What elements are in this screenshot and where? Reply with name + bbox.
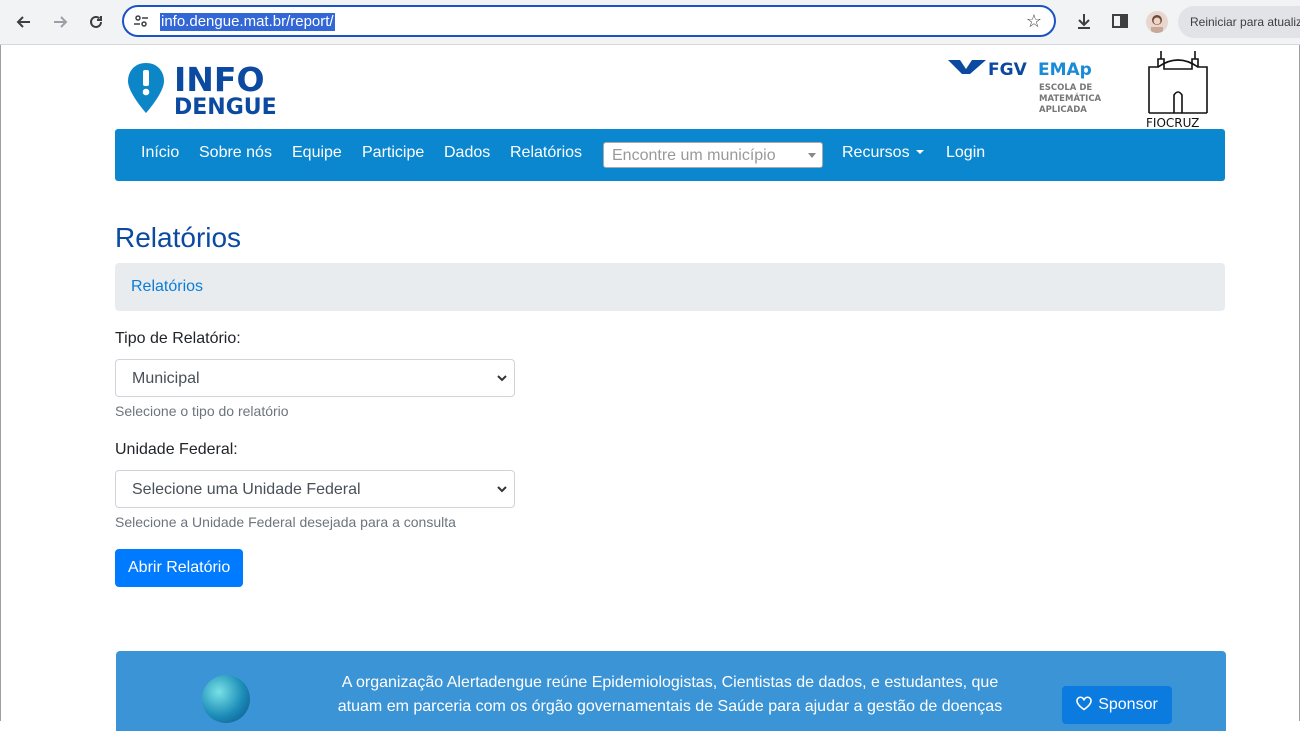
page-content: INFO DENGUE FGV EMAp ESCOLA DE MATEMÁTIC…: [0, 45, 1300, 731]
globe-logo: [202, 675, 250, 723]
footer-banner: A organização Alertadengue reúne Epidemi…: [116, 651, 1226, 731]
emap-subtitle-2: MATEMÁTICA: [1039, 92, 1102, 104]
logo-text-info: INFO: [174, 61, 265, 99]
heart-icon: [1076, 696, 1093, 711]
fgv-emap-logo[interactable]: FGV EMAp ESCOLA DE MATEMÁTICA APLICADA: [946, 57, 1116, 126]
report-type-value: Municipal: [132, 370, 200, 387]
nav-link-sobre-nos[interactable]: Sobre nós: [199, 144, 272, 162]
nav-link-relatorios[interactable]: Relatórios: [510, 144, 582, 162]
municipality-search-select[interactable]: Encontre um município: [603, 142, 823, 168]
fiocruz-text: FIOCRUZ: [1146, 116, 1199, 130]
caret-down-icon: [915, 150, 924, 154]
download-icon[interactable]: [1074, 11, 1096, 33]
logo-text-dengue: DENGUE: [174, 95, 276, 120]
nav-link-participe[interactable]: Participe: [362, 144, 424, 162]
breadcrumb: Relatórios: [115, 263, 1225, 311]
footer-description: A organização Alertadengue reúne Epidemi…: [337, 674, 1003, 715]
emap-text: EMAp: [1038, 60, 1092, 80]
bookmark-star-icon[interactable]: ☆: [1026, 11, 1042, 32]
chevron-down-icon: [808, 153, 816, 158]
sponsor-label: Sponsor: [1098, 696, 1158, 713]
report-type-help: Selecione o tipo do relatório: [115, 403, 289, 419]
recursos-label: Recursos: [842, 144, 910, 161]
uf-label: Unidade Federal:: [115, 441, 238, 458]
uf-value: Selecione uma Unidade Federal: [132, 481, 361, 498]
emap-subtitle-1: ESCOLA DE: [1039, 83, 1092, 93]
sponsor-button[interactable]: Sponsor: [1062, 686, 1172, 724]
open-report-button[interactable]: Abrir Relatório: [115, 549, 244, 587]
uf-select[interactable]: Selecione uma Unidade Federal: [115, 470, 515, 508]
chevron-down-icon: [497, 375, 507, 382]
fiocruz-logo[interactable]: FIOCRUZ: [1144, 47, 1214, 136]
address-bar[interactable]: info.dengue.mat.br/report/ ☆: [122, 5, 1056, 37]
infodengue-logo[interactable]: INFO DENGUE: [126, 60, 277, 126]
profile-avatar[interactable]: [1146, 11, 1168, 33]
nav-link-dados[interactable]: Dados: [444, 144, 490, 162]
fgv-text: FGV: [988, 60, 1028, 80]
site-settings-icon[interactable]: [132, 12, 150, 30]
restart-to-update-button[interactable]: Reiniciar para atualizar: [1178, 6, 1300, 38]
browser-toolbar: info.dengue.mat.br/report/ ☆ Reiniciar p…: [0, 0, 1300, 45]
page-title: Relatórios: [115, 222, 242, 253]
uf-help: Selecione a Unidade Federal desejada par…: [115, 514, 456, 530]
report-type-label: Tipo de Relatório:: [115, 330, 241, 347]
emap-subtitle-3: APLICADA: [1039, 105, 1087, 115]
report-type-select[interactable]: Municipal: [115, 359, 515, 397]
nav-link-inicio[interactable]: Início: [141, 144, 179, 162]
nav-link-equipe[interactable]: Equipe: [292, 144, 342, 162]
back-icon[interactable]: [12, 10, 36, 34]
breadcrumb-item-relatorios[interactable]: Relatórios: [131, 278, 203, 296]
search-placeholder: Encontre um município: [612, 147, 776, 164]
url-text[interactable]: info.dengue.mat.br/report/: [160, 13, 335, 31]
nav-link-login[interactable]: Login: [946, 144, 985, 162]
reload-icon[interactable]: [84, 10, 108, 34]
forward-icon[interactable]: [48, 10, 72, 34]
main-navbar: Início Sobre nós Equipe Participe Dados …: [115, 129, 1225, 181]
chevron-down-icon: [497, 486, 507, 493]
nav-dropdown-recursos[interactable]: Recursos: [842, 144, 924, 162]
side-panel-icon[interactable]: [1110, 11, 1132, 33]
